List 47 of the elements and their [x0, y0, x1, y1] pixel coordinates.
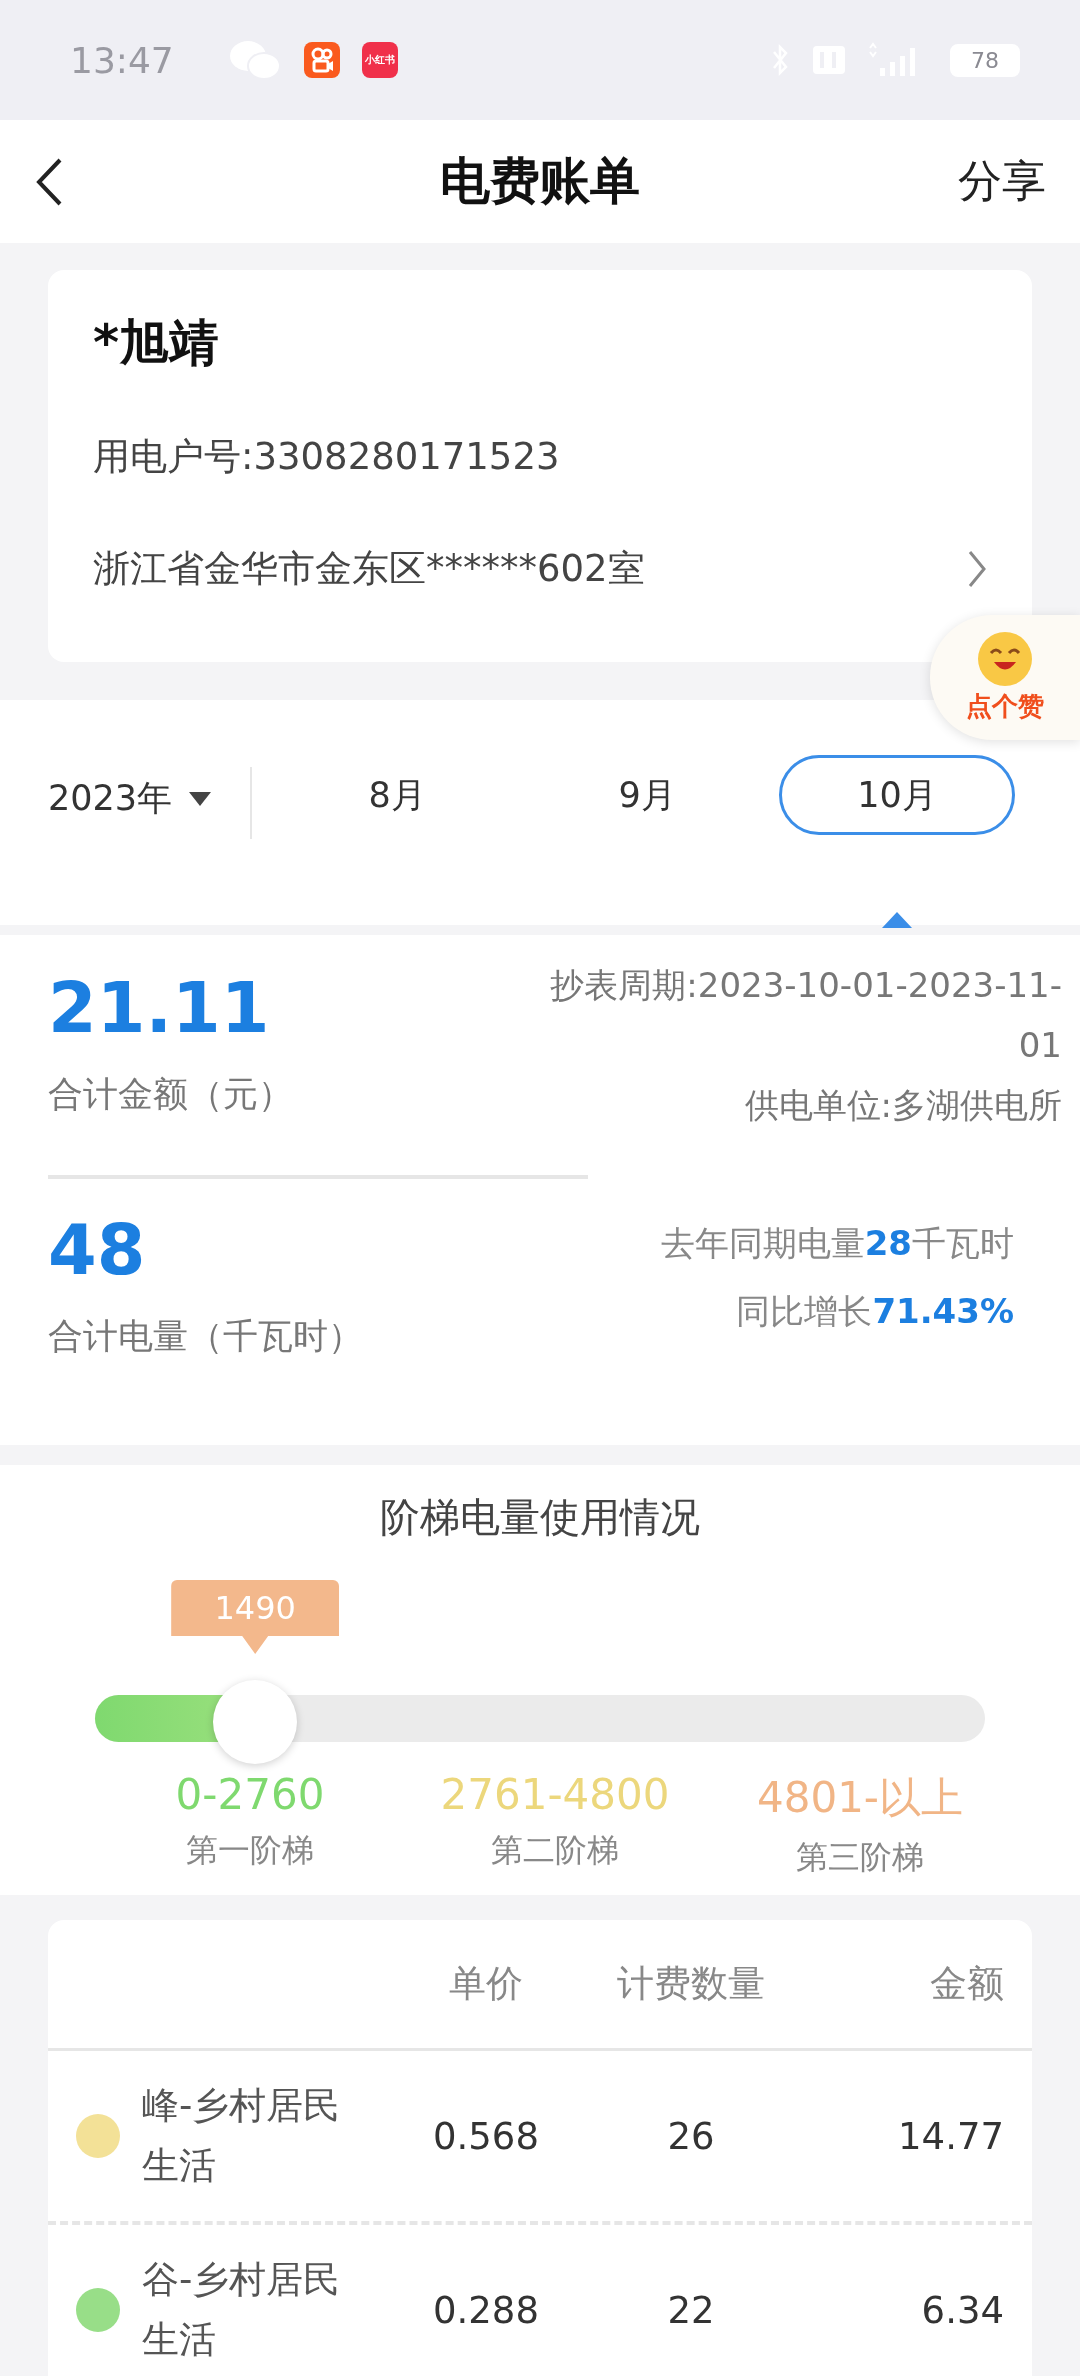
column-header: 单价 [448, 1961, 524, 2007]
tier-name: 第一阶梯 [186, 1830, 314, 1871]
tier-range: 2761-4800 [440, 1770, 670, 1819]
table-cell-text: 谷-乡村居民生活 [142, 2257, 342, 2363]
pointer-icon [882, 912, 913, 928]
account-address: 浙江省金华市金东区******602室 [93, 546, 645, 592]
tier-name: 第二阶梯 [491, 1830, 619, 1871]
tier-name: 第三阶梯 [796, 1837, 924, 1878]
status-time: 13:47 [70, 39, 174, 81]
table-cell-text: 峰-乡村居民生活 [142, 2083, 342, 2189]
total-usage: 48 [48, 1209, 147, 1291]
app-icon: 小红书 [361, 42, 398, 78]
usage-label: 合计电量（千瓦时） [48, 1315, 363, 1358]
account-name: *旭靖 [93, 313, 221, 374]
total-amount: 21.11 [48, 967, 271, 1049]
account-number: 用电户号:3308280171523 [93, 434, 561, 480]
chevron-right-icon [967, 549, 987, 589]
column-header: 计费数量 [616, 1961, 766, 2007]
slider-thumb[interactable] [213, 1680, 298, 1764]
back-icon [34, 156, 64, 207]
amount-label: 合计金额（元） [48, 1073, 293, 1116]
meter-period: 抄表周期:2023-10-01-2023-11-01 [549, 964, 1062, 1067]
battery-icon: 78 [950, 43, 1020, 77]
year-dropdown[interactable]: 2023年 [48, 775, 213, 822]
month-tab[interactable]: 10月 [779, 755, 1016, 835]
table-cell-text: 0.568 [432, 2114, 540, 2158]
table-cell-text: 6.34 [920, 2288, 1004, 2332]
camera-app-icon [303, 42, 340, 78]
page-title: 电费账单 [440, 151, 640, 212]
smiley-icon [977, 631, 1033, 687]
supplier: 供电单位:多湖供电所 [744, 1084, 1062, 1127]
tier-range: 0-2760 [175, 1770, 325, 1819]
table-cell-text: 26 [666, 2114, 716, 2158]
usage-tooltip: 1490 [171, 1580, 340, 1654]
table-cell-text: 22 [666, 2288, 716, 2332]
table-cell-text: 14.77 [897, 2114, 1004, 2158]
table-cell-text: 0.288 [432, 2288, 540, 2332]
like-label: 点个赞 [966, 690, 1044, 723]
month-tab[interactable]: 9月 [529, 755, 766, 835]
growth-rate: 同比增长71.43% [736, 1290, 1014, 1333]
last-year-usage: 去年同期电量28千瓦时 [660, 1222, 1014, 1265]
tier-range: 4801-以上 [756, 1772, 963, 1824]
share-button[interactable]: 分享 [958, 152, 1046, 211]
caret-down-icon [188, 789, 213, 808]
month-tab[interactable]: 8月 [279, 755, 516, 835]
column-header: 金额 [929, 1961, 1004, 2007]
tier-title: 阶梯电量使用情况 [379, 1493, 701, 1542]
